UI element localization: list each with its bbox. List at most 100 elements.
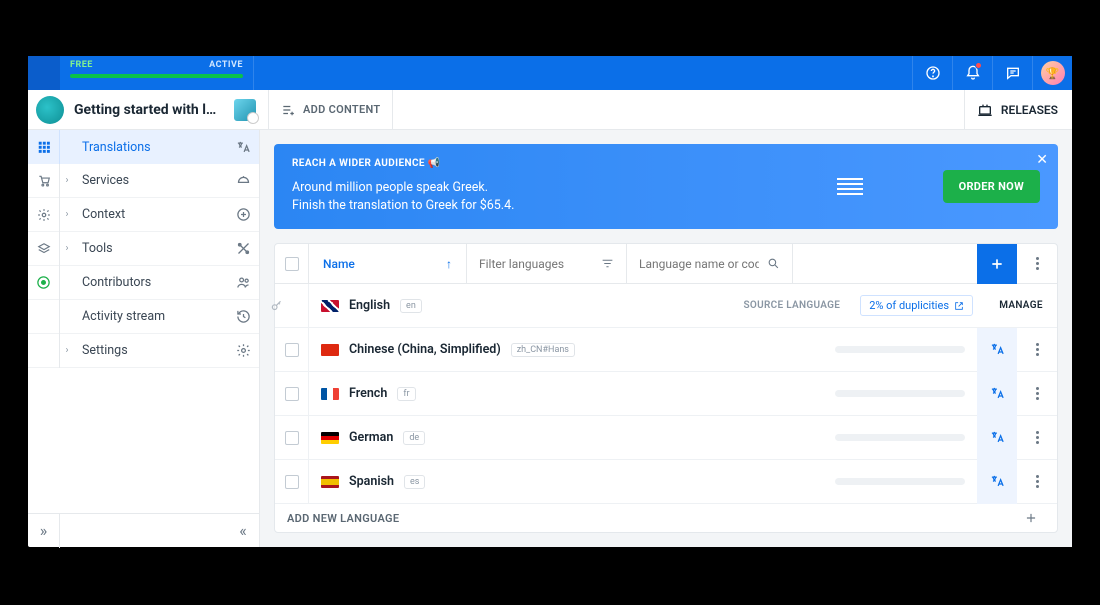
grid-icon [28, 130, 60, 164]
row-checkbox[interactable] [275, 328, 309, 372]
project-icon[interactable] [36, 96, 64, 124]
key-icon [270, 299, 286, 313]
sidebar-item-contributors[interactable]: Contributors [28, 266, 259, 300]
language-name: Spanish [349, 474, 394, 489]
add-content-label: ADD CONTENT [303, 103, 380, 116]
translate-button[interactable] [977, 460, 1017, 504]
sidebar-item-label: Translations [82, 140, 227, 155]
flag-icon [321, 344, 339, 356]
history-icon [227, 309, 259, 324]
add-circle-icon [227, 207, 259, 222]
manage-button[interactable]: MANAGE [985, 300, 1057, 311]
flag-icon [321, 432, 339, 444]
notification-badge [975, 62, 982, 69]
add-content-button[interactable]: ADD CONTENT [281, 103, 380, 117]
sidebar-item-label: Activity stream [82, 309, 227, 324]
row-more-button[interactable] [1017, 328, 1057, 372]
gear-icon [227, 343, 259, 358]
translate-button[interactable] [977, 372, 1017, 416]
row-more-button[interactable] [1017, 416, 1057, 460]
progress-bar [835, 390, 965, 397]
table-row: Chinese (China, Simplified) zh_CN#Hans [275, 328, 1057, 372]
translate-button[interactable] [977, 416, 1017, 460]
app-logo[interactable] [28, 56, 60, 90]
sidebar-item-services[interactable]: › Services [28, 164, 259, 198]
progress-bar [835, 434, 965, 441]
search-language-input[interactable] [627, 244, 793, 284]
plan-progress-bar [70, 74, 243, 78]
sidebar-item-label: Context [82, 207, 227, 222]
translate-button[interactable] [977, 328, 1017, 372]
sidebar-footer: » « [28, 513, 259, 547]
order-now-button[interactable]: ORDER NOW [943, 170, 1040, 203]
row-checkbox[interactable] [275, 460, 309, 504]
table-header: Name ↑ [275, 244, 1057, 284]
top-bar: FREE ACTIVE 🏆 [28, 56, 1072, 90]
plan-status-label: ACTIVE [209, 60, 243, 70]
gear-icon [28, 198, 60, 232]
help-icon[interactable] [912, 56, 952, 90]
sub-header: Getting started with local… ADD CONTENT … [28, 90, 1072, 130]
sidebar-item-label: Tools [82, 241, 227, 256]
sidebar-item-translations[interactable]: Translations [28, 130, 259, 164]
sidebar-item-activity[interactable]: Activity stream [28, 300, 259, 334]
project-title: Getting started with local… [74, 102, 224, 118]
row-checkbox[interactable] [275, 372, 309, 416]
row-more-button[interactable] [1017, 460, 1057, 504]
table-row: Spanish es [275, 460, 1057, 504]
language-code: de [403, 431, 425, 445]
name-header-label: Name [323, 257, 355, 271]
cart-icon [28, 164, 60, 198]
messages-icon[interactable] [992, 56, 1032, 90]
table-row: English en SOURCE LANGUAGE 2% of duplici… [275, 284, 1057, 328]
search-input[interactable] [639, 257, 759, 271]
table-row: French fr [275, 372, 1057, 416]
add-new-language-plus[interactable] [1017, 504, 1045, 532]
sidebar-item-context[interactable]: › Context [28, 198, 259, 232]
language-name: French [349, 386, 387, 401]
table-row: German de [275, 416, 1057, 460]
sidebar-item-settings[interactable]: › Settings [28, 334, 259, 368]
translate-icon [227, 140, 259, 155]
plan-free-label: FREE [70, 60, 93, 70]
serve-icon [227, 173, 259, 188]
search-icon[interactable] [767, 257, 780, 270]
row-more-button[interactable] [1017, 372, 1057, 416]
sidebar-item-tools[interactable]: › Tools [28, 232, 259, 266]
banner-line2: Finish the translation to Greek for $65.… [292, 197, 797, 215]
select-all-checkbox[interactable] [275, 244, 309, 284]
add-new-language-link[interactable]: ADD NEW LANGUAGE [287, 512, 399, 525]
row-checkbox[interactable] [275, 416, 309, 460]
add-language-button[interactable] [977, 244, 1017, 284]
collapse-icon[interactable]: « [227, 514, 259, 548]
project-thumbnail[interactable] [234, 99, 256, 121]
language-code: fr [397, 387, 415, 401]
sidebar-item-label: Contributors [82, 275, 227, 290]
expand-icon[interactable]: » [28, 514, 60, 548]
plan-indicator[interactable]: FREE ACTIVE [60, 56, 254, 90]
duplicities-link[interactable]: 2% of duplicities [860, 295, 973, 316]
language-code: en [400, 299, 422, 313]
language-name: German [349, 430, 393, 445]
close-icon[interactable]: ✕ [1036, 152, 1048, 168]
progress-bar [835, 478, 965, 485]
notifications-icon[interactable] [952, 56, 992, 90]
sidebar-item-label: Services [82, 173, 227, 188]
releases-label: RELEASES [1001, 103, 1058, 117]
sidebar: Translations › Services › Context › Tool… [28, 130, 260, 547]
sidebar-item-label: Settings [82, 343, 227, 358]
user-avatar[interactable]: 🏆 [1032, 56, 1072, 90]
progress-bar [835, 346, 965, 353]
filter-languages-input[interactable] [467, 244, 627, 284]
promo-banner: REACH A WIDER AUDIENCE 📢 Around million … [274, 144, 1058, 229]
tools-icon [227, 241, 259, 256]
table-more-button[interactable] [1017, 244, 1057, 284]
sync-icon [28, 266, 60, 300]
language-name: Chinese (China, Simplified) [349, 342, 501, 357]
name-column-header[interactable]: Name ↑ [309, 244, 467, 284]
banner-line1: Around million people speak Greek. [292, 179, 797, 197]
filter-icon[interactable] [601, 257, 614, 270]
filter-input[interactable] [479, 257, 579, 271]
releases-button[interactable]: RELEASES [977, 102, 1058, 118]
table-footer: ADD NEW LANGUAGE [275, 504, 1057, 532]
